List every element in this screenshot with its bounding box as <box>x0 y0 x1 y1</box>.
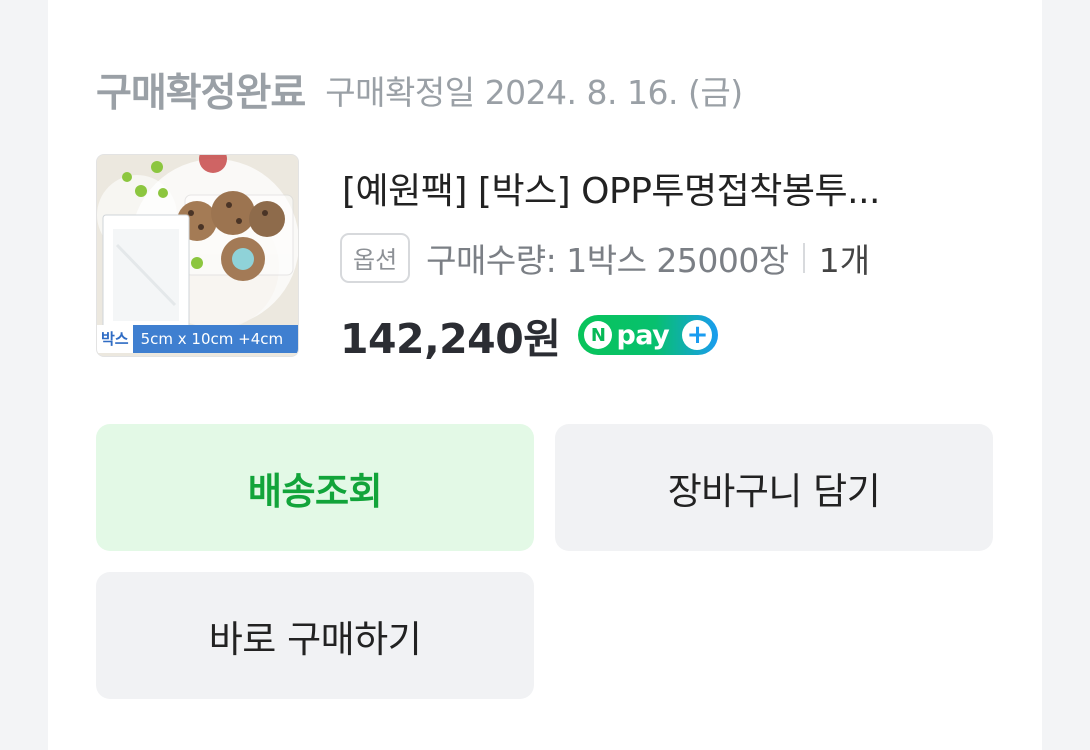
product-price: 142,240원 <box>340 315 561 363</box>
npay-plus-badge: N pay + <box>578 315 719 355</box>
order-status-row: 구매확정완료 구매확정일 2024. 8. 16. (금) <box>96 62 743 118</box>
option-text: 구매수량: 1박스 25000장 <box>426 241 789 280</box>
npay-label: pay <box>616 319 670 351</box>
purchase-confirm-date: 구매확정일 2024. 8. 16. (금) <box>325 73 743 112</box>
option-badge: 옵션 <box>340 233 411 283</box>
thumbnail-size-text: 5cm x 10cm +4cm <box>132 325 298 353</box>
option-divider <box>802 243 805 273</box>
product-title[interactable]: [예원팩] [박스] OPP투명접착봉투... <box>342 162 997 214</box>
thumbnail-badge: 박스 <box>97 325 133 353</box>
price-row: 142,240원 N pay + <box>340 306 719 364</box>
add-to-cart-button[interactable]: 장바구니 담기 <box>555 424 993 551</box>
thumbnail-label: 박스 5cm x 10cm +4cm <box>97 325 298 353</box>
option-row: 옵션 구매수량: 1박스 25000장 1개 <box>340 230 870 286</box>
option-quantity: 1개 <box>818 241 871 280</box>
npay-n-icon: N <box>584 321 613 349</box>
buy-now-button[interactable]: 바로 구매하기 <box>96 572 534 699</box>
plus-icon: + <box>682 320 713 350</box>
order-status-title: 구매확정완료 <box>96 71 306 116</box>
track-delivery-button[interactable]: 배송조회 <box>96 424 534 551</box>
product-thumbnail[interactable]: 박스 5cm x 10cm +4cm <box>96 154 299 357</box>
